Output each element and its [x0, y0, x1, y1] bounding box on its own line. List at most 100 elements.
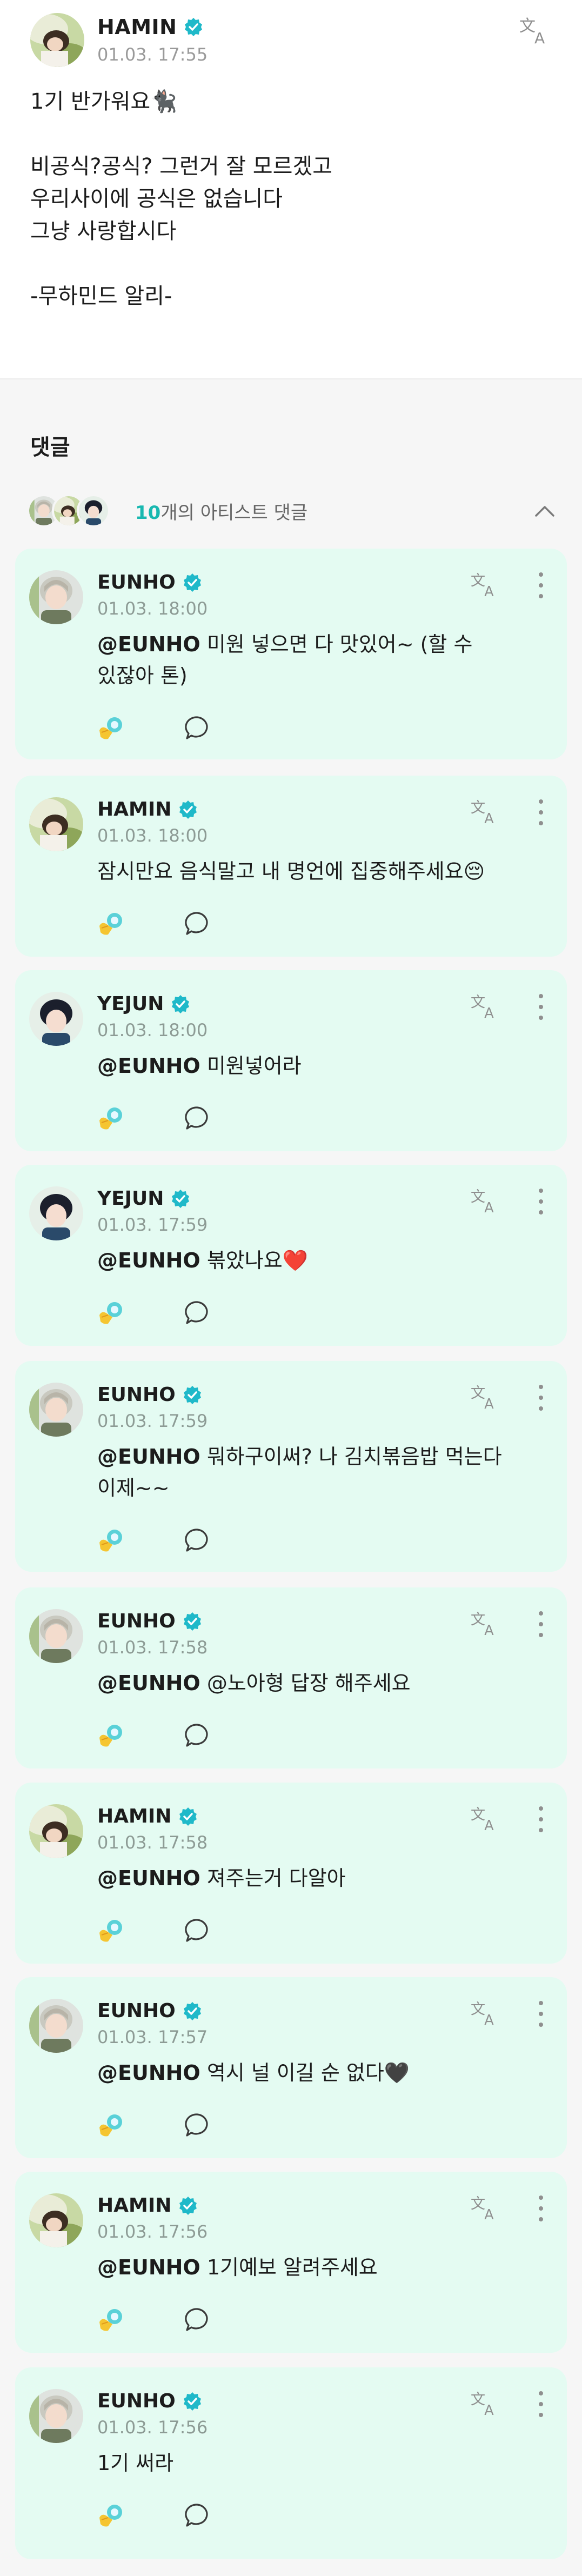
- artist-count-label: 개의 아티스트 댓글: [160, 502, 308, 524]
- reply-icon[interactable]: [184, 715, 211, 742]
- more-options-icon[interactable]: [536, 1804, 546, 1834]
- comment-author-name: EUNHO: [97, 571, 176, 593]
- comment-author[interactable]: EUNHO: [97, 2000, 203, 2022]
- avatar[interactable]: [29, 1999, 83, 2053]
- like-icon[interactable]: [96, 2306, 124, 2334]
- author-avatar[interactable]: [30, 13, 84, 67]
- section-divider: [0, 378, 582, 379]
- comment-body: 1기예보 알려주세요: [200, 2255, 378, 2279]
- more-options-icon[interactable]: [536, 570, 546, 600]
- verified-badge-icon: [184, 17, 204, 37]
- reply-icon[interactable]: [184, 1527, 211, 1554]
- comment-actions: [96, 1720, 211, 1751]
- comment-author[interactable]: HAMIN: [97, 798, 198, 820]
- comment-body: 볶았나요❤️: [200, 1249, 308, 1272]
- post-body: 1기 반가워요🐈‍⬛ 비공식?공식? 그런거 잘 모르겠고 우리사이에 공식은 …: [30, 89, 333, 309]
- more-options-icon[interactable]: [536, 1999, 546, 2029]
- comment-author-name: EUNHO: [97, 2000, 176, 2022]
- comment-mention[interactable]: @EUNHO: [97, 2061, 200, 2085]
- avatar[interactable]: [29, 1804, 83, 1858]
- comment-author[interactable]: EUNHO: [97, 1384, 203, 1406]
- like-icon[interactable]: [96, 1917, 124, 1945]
- avatar[interactable]: [29, 797, 83, 851]
- translate-icon[interactable]: [470, 1804, 502, 1833]
- more-options-icon[interactable]: [536, 1186, 546, 1217]
- artist-count-number: 10: [135, 502, 161, 524]
- verified-badge-icon: [182, 1611, 202, 1632]
- comment-card: EUNHO 01.03. 17:58 @EUNHO @노아형 답장 해주세요: [15, 1587, 567, 1769]
- comment-actions: [96, 2110, 211, 2140]
- translate-icon[interactable]: [470, 1609, 502, 1638]
- more-options-icon[interactable]: [536, 797, 546, 827]
- comment-author-name: HAMIN: [97, 2194, 172, 2217]
- comment-mention[interactable]: @EUNHO: [97, 1054, 200, 1078]
- reply-icon[interactable]: [184, 2306, 211, 2333]
- avatar: [77, 494, 110, 528]
- translate-icon[interactable]: [470, 1186, 502, 1216]
- more-options-icon[interactable]: [536, 2193, 546, 2224]
- like-icon[interactable]: [96, 1299, 124, 1327]
- like-icon[interactable]: [96, 1721, 124, 1750]
- more-options-icon[interactable]: [536, 1383, 546, 1413]
- translate-icon[interactable]: [470, 797, 502, 826]
- translate-icon[interactable]: [518, 15, 554, 46]
- translate-icon[interactable]: [470, 1999, 502, 2028]
- avatar[interactable]: [29, 992, 83, 1046]
- reply-icon[interactable]: [184, 1299, 211, 1326]
- comment-actions: [96, 1103, 211, 1133]
- verified-badge-icon: [178, 2195, 198, 2216]
- reply-icon[interactable]: [184, 2112, 211, 2139]
- comment-author[interactable]: EUNHO: [97, 571, 203, 593]
- post-author[interactable]: HAMIN: [97, 15, 204, 39]
- avatar[interactable]: [29, 570, 83, 624]
- comment-text: @EUNHO 1기예보 알려주세요: [97, 2252, 519, 2283]
- like-icon[interactable]: [96, 714, 124, 742]
- like-icon[interactable]: [96, 1104, 124, 1132]
- like-icon[interactable]: [96, 1526, 124, 1554]
- more-options-icon[interactable]: [536, 2389, 546, 2419]
- comment-text: @EUNHO 뭐하구이써? 나 김치볶음밥 먹는다 이제~~: [97, 1441, 519, 1504]
- comment-mention[interactable]: @EUNHO: [97, 1671, 200, 1695]
- comment-author[interactable]: EUNHO: [97, 1610, 203, 1632]
- reply-icon[interactable]: [184, 910, 211, 937]
- comment-author-name: EUNHO: [97, 1384, 176, 1406]
- comment-mention[interactable]: @EUNHO: [97, 632, 200, 656]
- like-icon[interactable]: [96, 910, 124, 938]
- artist-comments-toggle[interactable]: 10개의 아티스트 댓글: [27, 492, 567, 530]
- comment-author[interactable]: EUNHO: [97, 2390, 203, 2412]
- more-options-icon[interactable]: [536, 992, 546, 1022]
- comment-author[interactable]: HAMIN: [97, 1805, 198, 1827]
- comment-actions: [96, 1916, 211, 1946]
- translate-icon[interactable]: [470, 570, 502, 599]
- comment-mention[interactable]: @EUNHO: [97, 2255, 200, 2279]
- comment-mention[interactable]: @EUNHO: [97, 1445, 200, 1469]
- avatar[interactable]: [29, 2389, 83, 2443]
- comment-mention[interactable]: @EUNHO: [97, 1249, 200, 1272]
- avatar[interactable]: [29, 1383, 83, 1437]
- translate-icon[interactable]: [470, 992, 502, 1021]
- translate-icon[interactable]: [470, 2389, 502, 2418]
- like-icon[interactable]: [96, 2111, 124, 2139]
- comment-card: EUNHO 01.03. 17:56 1기 써라: [15, 2367, 567, 2559]
- verified-badge-icon: [178, 799, 198, 820]
- comment-timestamp: 01.03. 17:56: [97, 2221, 208, 2242]
- chevron-up-icon[interactable]: [533, 499, 557, 523]
- comment-author[interactable]: YEJUN: [97, 1187, 191, 1210]
- reply-icon[interactable]: [184, 1722, 211, 1749]
- reply-icon[interactable]: [184, 1105, 211, 1132]
- comment-author[interactable]: YEJUN: [97, 993, 191, 1015]
- like-icon[interactable]: [96, 2501, 124, 2530]
- reply-icon[interactable]: [184, 1917, 211, 1944]
- reply-icon[interactable]: [184, 2502, 211, 2529]
- comment-mention[interactable]: @EUNHO: [97, 1866, 200, 1890]
- avatar[interactable]: [29, 1609, 83, 1663]
- translate-icon[interactable]: [470, 2193, 502, 2223]
- comment-timestamp: 01.03. 17:59: [97, 1214, 208, 1235]
- avatar[interactable]: [29, 2193, 83, 2247]
- comment-card: YEJUN 01.03. 17:59 @EUNHO 볶았나요❤️: [15, 1165, 567, 1346]
- verified-badge-icon: [178, 1806, 198, 1827]
- more-options-icon[interactable]: [536, 1609, 546, 1639]
- avatar[interactable]: [29, 1186, 83, 1240]
- translate-icon[interactable]: [470, 1383, 502, 1412]
- comment-author[interactable]: HAMIN: [97, 2194, 198, 2217]
